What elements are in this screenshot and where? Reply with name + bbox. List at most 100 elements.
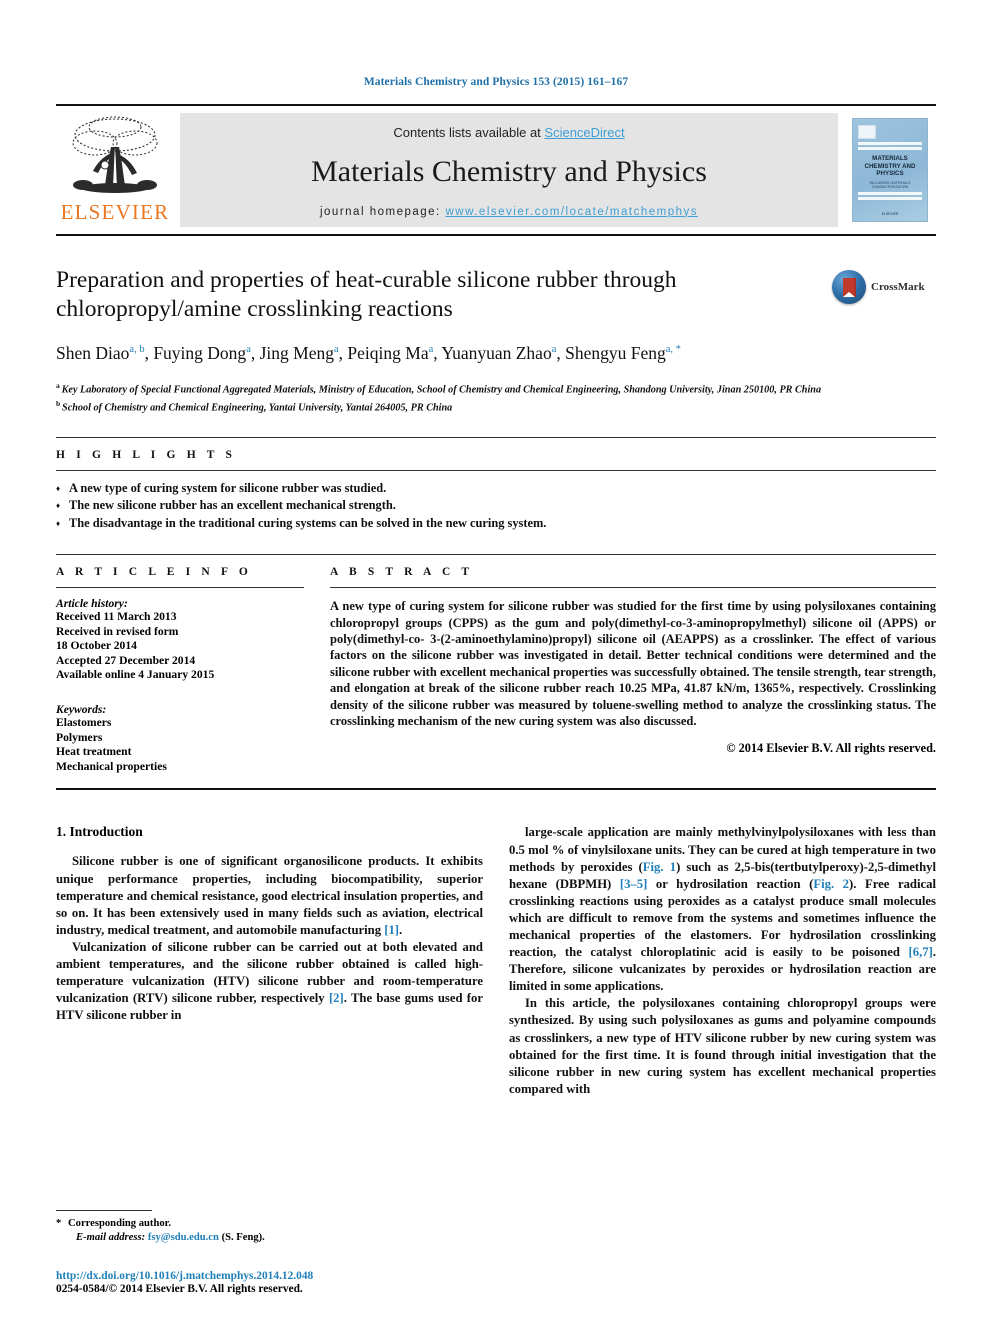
email-link[interactable]: fsy@sdu.edu.cn bbox=[148, 1232, 219, 1243]
author-name: Yuanyuan Zhao bbox=[441, 342, 552, 363]
banner-bottom-rule bbox=[56, 234, 936, 236]
keywords-block: Keywords: Elastomers Polymers Heat treatme… bbox=[56, 703, 304, 774]
highlight-item: The disadvantage in the traditional curi… bbox=[56, 515, 936, 533]
reference-link[interactable]: [6,7] bbox=[909, 945, 933, 959]
abstract-copyright: © 2014 Elsevier B.V. All rights reserved… bbox=[726, 741, 936, 756]
crossmark-label: CrossMark bbox=[871, 281, 925, 293]
journal-article-page: Materials Chemistry and Physics 153 (201… bbox=[0, 0, 992, 1323]
cover-publisher-logo bbox=[858, 125, 876, 139]
journal-banner: ELSEVIER Contents lists available at Sci… bbox=[56, 104, 936, 227]
author-name: Peiqing Ma bbox=[347, 342, 429, 363]
cover-image: MATERIALS CHEMISTRY AND PHYSICS INCLUDIN… bbox=[852, 118, 928, 222]
article-info-heading: A R T I C L E I N F O bbox=[56, 566, 252, 579]
highlights-list: A new type of curing system for silicone… bbox=[56, 480, 936, 533]
contents-prefix: Contents lists available at bbox=[393, 124, 545, 140]
title-block: Preparation and properties of heat-curab… bbox=[56, 266, 936, 365]
author-name: Shen Diao bbox=[56, 342, 130, 363]
keyword-item: Elastomers bbox=[56, 716, 112, 730]
body-paragraph: In this article, the polysiloxanes conta… bbox=[509, 996, 936, 1096]
corresponding-author-text: Corresponding author. bbox=[68, 1218, 172, 1229]
highlights-section: H I G H L I G H T S A new type of curing… bbox=[56, 436, 936, 533]
highlight-item: The new silicone rubber has an excellent… bbox=[56, 497, 936, 515]
reference-link[interactable]: Fig. 2 bbox=[813, 877, 849, 891]
author-affiliation-mark: a, * bbox=[665, 344, 681, 355]
body-paragraph: Vulcanization of silicone rubber can be … bbox=[56, 939, 483, 1023]
abstract-heading: A B S T R A C T bbox=[330, 566, 474, 579]
cover-title: MATERIALS CHEMISTRY AND PHYSICS bbox=[864, 155, 916, 177]
article-history-item: Available online 4 January 2015 bbox=[56, 668, 215, 682]
journal-title: Materials Chemistry and Physics bbox=[311, 154, 707, 188]
abstract-column: A B S T R A C T A new type of curing sys… bbox=[330, 566, 936, 774]
footer-doi-block: http://dx.doi.org/10.1016/j.matchemphys.… bbox=[56, 1270, 313, 1295]
footnote-rule bbox=[56, 1210, 152, 1211]
running-head: Materials Chemistry and Physics 153 (201… bbox=[363, 76, 629, 88]
author-affiliation-mark: a bbox=[551, 344, 557, 355]
author-list: Shen Diaoa, b, Fuying Donga, Jing Menga,… bbox=[56, 342, 681, 363]
journal-cover-thumbnail: MATERIALS CHEMISTRY AND PHYSICS INCLUDIN… bbox=[844, 113, 936, 227]
article-history-item: Received in revised form bbox=[56, 624, 179, 638]
contents-lists-line: Contents lists available at ScienceDirec… bbox=[393, 125, 624, 140]
affiliation-line: a Key Laboratory of Special Functional A… bbox=[56, 380, 822, 396]
homepage-prefix: journal homepage: bbox=[319, 205, 446, 218]
abstract-rule bbox=[330, 587, 936, 589]
corresponding-author-footnote: * Corresponding author. E-mail address: … bbox=[56, 1210, 476, 1245]
article-history-item: 18 October 2014 bbox=[56, 639, 137, 653]
abstract-text: A new type of curing system for silicone… bbox=[330, 599, 936, 728]
journal-homepage-link[interactable]: www.elsevier.com/locate/matchemphys bbox=[445, 206, 698, 218]
affiliation-line: b School of Chemistry and Chemical Engin… bbox=[56, 398, 453, 414]
introduction-left-paragraphs: Silicone rubber is one of significant or… bbox=[56, 853, 483, 1024]
keyword-item: Mechanical properties bbox=[56, 759, 167, 773]
highlights-heading: H I G H L I G H T S bbox=[56, 448, 237, 461]
email-line: E-mail address: fsy@sdu.edu.cn (S. Feng)… bbox=[56, 1231, 476, 1245]
info-abstract-section: A R T I C L E I N F O Article history: R… bbox=[56, 554, 936, 774]
article-history-item: Received 11 March 2013 bbox=[56, 610, 177, 624]
article-history-list: Received 11 March 2013 Received in revise… bbox=[56, 610, 304, 683]
page-title: Preparation and properties of heat-curab… bbox=[56, 267, 677, 322]
author-name: Jing Meng bbox=[259, 342, 334, 363]
keyword-item: Heat treatment bbox=[56, 745, 132, 759]
banner-center: Contents lists available at ScienceDirec… bbox=[180, 113, 838, 227]
doi-link[interactable]: http://dx.doi.org/10.1016/j.matchemphys.… bbox=[56, 1270, 313, 1282]
keywords-list: Elastomers Polymers Heat treatment Mechanic… bbox=[56, 716, 304, 774]
introduction-right-paragraphs: large-scale application are mainly methy… bbox=[509, 824, 936, 1098]
author-affiliation-mark: a, b bbox=[129, 344, 145, 355]
keyword-item: Polymers bbox=[56, 730, 103, 744]
keywords-label: Keywords: bbox=[56, 703, 107, 717]
asterisk-icon: * bbox=[56, 1218, 62, 1229]
affiliations-block: a Key Laboratory of Special Functional A… bbox=[56, 379, 936, 415]
email-label: E-mail address: bbox=[76, 1232, 146, 1243]
crossmark-badge[interactable]: CrossMark bbox=[832, 266, 936, 304]
author-affiliation-mark: a bbox=[428, 344, 434, 355]
author-affiliation-mark: a bbox=[333, 344, 339, 355]
reference-link[interactable]: [3–5] bbox=[620, 877, 647, 891]
email-owner: (S. Feng). bbox=[221, 1232, 265, 1243]
reference-link[interactable]: [2] bbox=[329, 991, 344, 1005]
article-info-rule bbox=[56, 587, 304, 589]
issn-copyright-line: 0254-0584/© 2014 Elsevier B.V. All right… bbox=[56, 1283, 303, 1295]
article-history-label: Article history: bbox=[56, 597, 128, 611]
elsevier-logo: ELSEVIER bbox=[56, 113, 174, 227]
body-left-column: 1. Introduction Silicone rubber is one o… bbox=[56, 824, 483, 1098]
info-bottom-rule bbox=[56, 788, 936, 791]
introduction-heading: 1. Introduction bbox=[56, 824, 143, 840]
reference-link[interactable]: Fig. 1 bbox=[643, 860, 676, 874]
reference-link[interactable]: [1] bbox=[384, 923, 399, 937]
cover-footer: ELSEVIER bbox=[881, 212, 899, 216]
journal-homepage-line: journal homepage: www.elsevier.com/locat… bbox=[320, 206, 698, 218]
author-name: Shengyu Feng bbox=[565, 342, 666, 363]
body-paragraph: Silicone rubber is one of significant or… bbox=[56, 854, 483, 937]
author-name: Fuying Dong bbox=[153, 342, 247, 363]
body-paragraph: large-scale application are mainly methy… bbox=[509, 825, 936, 994]
body-columns: 1. Introduction Silicone rubber is one o… bbox=[56, 824, 936, 1098]
article-history-item: Accepted 27 December 2014 bbox=[56, 653, 196, 667]
elsevier-wordmark: ELSEVIER bbox=[60, 200, 170, 224]
sciencedirect-link[interactable]: ScienceDirect bbox=[544, 125, 624, 140]
elsevier-tree-icon bbox=[72, 116, 158, 193]
article-info-column: A R T I C L E I N F O Article history: R… bbox=[56, 566, 304, 774]
corresponding-author-line: * Corresponding author. bbox=[56, 1217, 476, 1231]
body-right-column: large-scale application are mainly methy… bbox=[509, 824, 936, 1098]
highlight-item: A new type of curing system for silicone… bbox=[56, 480, 936, 498]
highlights-rule bbox=[56, 469, 936, 471]
author-affiliation-mark: a bbox=[246, 344, 251, 355]
crossmark-icon bbox=[832, 270, 866, 304]
